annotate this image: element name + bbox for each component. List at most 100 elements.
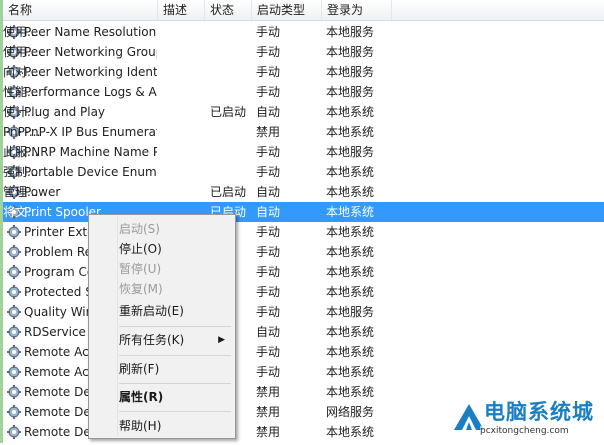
service-status	[210, 122, 250, 142]
service-description: 强制...	[3, 165, 39, 179]
service-name: Peer Networking Grouping	[24, 45, 157, 59]
service-name: PNRP Machine Name Publication	[24, 145, 157, 159]
menu-item-all-tasks-label: 所有任务(K)	[119, 333, 185, 347]
gear-icon	[7, 245, 21, 259]
table-row[interactable]: PnP-X IP Bus EnumeratorPnP-... 禁用 本地系统	[3, 122, 604, 142]
gear-icon	[7, 225, 21, 239]
menu-item-stop[interactable]: 停止(O)	[119, 239, 229, 259]
service-status	[210, 22, 250, 42]
gear-icon	[7, 365, 21, 379]
service-name: PnP-X IP Bus Enumerator	[24, 125, 157, 139]
service-logon-as: 本地系统	[326, 365, 375, 379]
menu-item-pause[interactable]: 暂停(U)	[119, 259, 229, 279]
table-row[interactable]: Peer Networking Grouping使用... 手动 本地服务	[3, 42, 604, 62]
table-row[interactable]: Peer Networking Identity Manager向对... 手动 本…	[3, 62, 604, 82]
gear-icon	[7, 305, 21, 319]
context-menu: 启动(S) 停止(O) 暂停(U) 恢复(M) 重新启动(E) 所有任务(K) …	[88, 214, 236, 439]
service-startup-type: 手动	[256, 265, 281, 279]
service-startup-type: 手动	[256, 285, 281, 299]
service-status: 已启动	[210, 185, 247, 199]
service-logon-as: 本地系统	[326, 345, 375, 359]
service-logon-as: 本地服务	[326, 25, 375, 39]
service-startup-type: 手动	[256, 305, 281, 319]
service-description: 性能...	[3, 85, 39, 99]
menu-item-restart[interactable]: 重新启动(E)	[119, 301, 229, 321]
service-logon-as: 本地系统	[326, 265, 375, 279]
service-startup-type: 自动	[256, 325, 281, 339]
service-startup-type: 手动	[256, 345, 281, 359]
service-status	[210, 142, 250, 162]
submenu-arrow-icon: ▶	[218, 335, 225, 345]
service-startup-type: 自动	[256, 105, 281, 119]
table-row[interactable]: PNRP Machine Name Publication此服... 手动 本地服务	[3, 142, 604, 162]
service-name: Peer Networking Identity Manager	[24, 65, 157, 79]
gear-icon	[7, 425, 21, 439]
gear-icon	[7, 345, 21, 359]
service-status: 已启动	[210, 105, 247, 119]
service-startup-type: 禁用	[256, 385, 281, 399]
service-startup-type: 手动	[256, 145, 281, 159]
table-row[interactable]: Performance Logs & Alerts性能... 手动 本地服务	[3, 82, 604, 102]
column-header-name[interactable]: 名称	[3, 0, 158, 20]
table-row[interactable]: Peer Name Resolution Protocol使用... 手动 本地服务	[3, 22, 604, 42]
table-row[interactable]: Portable Device Enumerator强制... 手动 本地系统	[3, 162, 604, 182]
gear-icon	[7, 405, 21, 419]
service-status	[210, 62, 250, 82]
service-logon-as: 本地系统	[326, 425, 375, 439]
service-description: 向对...	[3, 65, 39, 79]
gear-icon	[7, 265, 21, 279]
menu-separator	[119, 326, 231, 327]
service-logon-as: 本地服务	[326, 85, 375, 99]
service-logon-as: 本地系统	[326, 125, 375, 139]
column-header-status[interactable]: 状态	[205, 0, 252, 20]
menu-item-resume[interactable]: 恢复(M)	[119, 279, 229, 299]
service-name: Plug and Play	[24, 105, 106, 119]
menu-item-all-tasks[interactable]: 所有任务(K) ▶	[119, 330, 229, 350]
gear-icon	[7, 325, 21, 339]
service-startup-type: 禁用	[256, 125, 281, 139]
service-status	[210, 42, 250, 62]
service-name: Peer Name Resolution Protocol	[24, 25, 157, 39]
service-startup-type: 手动	[256, 165, 281, 179]
service-logon-as: 本地系统	[326, 245, 375, 259]
menu-item-help[interactable]: 帮助(H)	[119, 416, 229, 436]
service-name: Performance Logs & Alerts	[24, 85, 157, 99]
service-logon-as: 本地服务	[326, 305, 375, 319]
service-status	[210, 162, 250, 182]
menu-item-properties[interactable]: 属性(R)	[119, 387, 229, 407]
column-header: 名称 描述 状态 启动类型 登录为	[3, 0, 604, 21]
service-startup-type: 手动	[256, 45, 281, 59]
table-row[interactable]: Power 管理... 已启动 自动 本地系统	[3, 182, 604, 202]
service-logon-as: 本地系统	[326, 205, 375, 219]
service-startup-type: 手动	[256, 25, 281, 39]
service-startup-type: 手动	[256, 65, 281, 79]
column-header-description[interactable]: 描述	[158, 0, 205, 20]
service-startup-type: 自动	[256, 185, 281, 199]
menu-separator	[119, 383, 231, 384]
service-logon-as: 本地系统	[326, 185, 375, 199]
menu-separator	[119, 411, 231, 412]
service-description: 此服...	[3, 145, 39, 159]
service-name: Portable Device Enumerator	[24, 165, 157, 179]
menu-separator	[119, 355, 231, 356]
service-logon-as: 本地服务	[326, 45, 375, 59]
service-logon-as: 本地服务	[326, 145, 375, 159]
menu-item-start[interactable]: 启动(S)	[119, 219, 229, 239]
service-startup-type: 手动	[256, 365, 281, 379]
service-description: 使用...	[3, 45, 39, 59]
watermark-title: 电脑系统城	[484, 400, 594, 424]
service-logon-as: 网络服务	[326, 405, 375, 419]
column-header-logon-as[interactable]: 登录为	[322, 0, 392, 20]
service-description: 使用...	[3, 25, 39, 39]
menu-gutter	[117, 217, 118, 436]
service-logon-as: 本地系统	[326, 165, 375, 179]
service-startup-type: 手动	[256, 85, 281, 99]
service-description: 管理...	[3, 185, 39, 199]
service-logon-as: 本地系统	[326, 325, 375, 339]
menu-item-refresh[interactable]: 刷新(F)	[119, 359, 229, 379]
service-startup-type: 自动	[256, 205, 281, 219]
service-description: 将文...	[3, 205, 39, 219]
table-row[interactable]: Plug and Play 使计... 已启动 自动 本地系统	[3, 102, 604, 122]
column-header-startup-type[interactable]: 启动类型	[252, 0, 322, 20]
service-name: Power	[24, 185, 61, 199]
